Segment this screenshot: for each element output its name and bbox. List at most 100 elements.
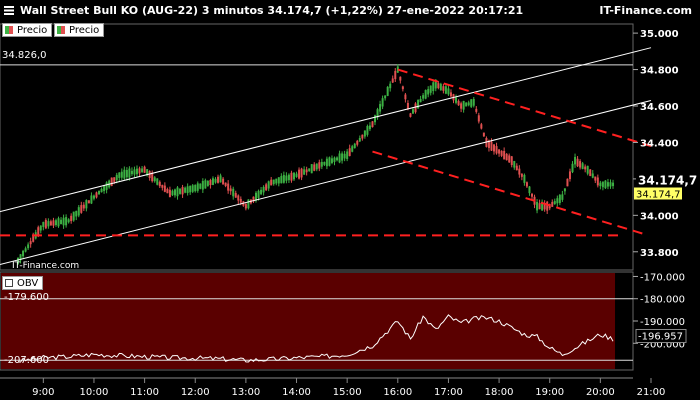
candle [394,70,397,80]
x-tick-label: 16:00 [383,387,412,398]
candle [141,168,144,173]
candle [391,78,394,83]
candle [70,215,73,222]
candle [424,90,427,99]
candle [72,211,75,221]
candle [32,236,35,242]
candle [523,174,526,183]
candle [338,153,341,163]
legend-obv[interactable]: OBV [2,276,44,290]
legend-price-a[interactable]: Precio [2,23,53,37]
candle-swatch-icon [57,26,65,34]
candle [214,178,217,183]
candle [490,141,493,151]
x-tick-label: 15:00 [333,387,362,398]
candle [404,94,407,100]
watermark: IT-Finance.com [12,261,79,271]
candle [123,169,126,179]
candle [379,104,382,112]
legend-price-a-label: Precio [17,24,48,36]
candle [305,169,308,173]
candle [133,169,136,175]
x-tick-label: 20:00 [586,387,615,398]
candle [505,153,508,161]
candle [465,102,468,107]
candle [179,188,182,194]
candle [265,184,268,191]
candle [280,176,283,184]
candle [191,185,194,192]
candle [520,173,523,177]
candle [336,157,339,161]
price-tick-label: 34.600 [640,102,679,113]
candle [503,150,506,160]
candle [368,125,371,130]
candle [186,186,189,193]
x-tick-label: 21:00 [637,387,666,398]
x-tick-label: 18:00 [485,387,514,398]
candle [244,204,247,209]
candle [219,175,222,183]
candle [515,165,518,171]
candle [163,185,166,192]
candle [584,166,587,170]
candle [495,146,498,154]
candle [199,183,202,189]
candle [609,182,612,187]
candle [574,156,577,165]
candle [87,200,90,204]
candle [42,221,45,227]
candle [130,170,133,175]
candle [553,201,556,205]
candle [571,163,574,173]
candle [232,188,235,197]
candle [500,150,503,156]
candle [60,219,63,225]
candle [113,177,116,182]
candle [518,168,521,175]
candle [77,207,80,216]
chart-canvas: 35.00034.80034.60034.40034.20034.00033.8… [0,23,697,398]
x-tick-label: 19:00 [535,387,564,398]
x-tick-label: 9:00 [32,387,54,398]
candle [115,174,118,181]
obv-last-label: -196.957 [638,331,683,342]
candle [128,168,131,178]
candle [247,199,250,209]
obv-tick-label: -190.000 [640,317,685,328]
candle [561,194,564,200]
candle [581,163,584,169]
candle [341,153,344,161]
obv-high-label: -179.600 [4,292,49,303]
candle [538,203,541,210]
candle [525,182,528,187]
candle [530,193,533,197]
candle [62,217,65,226]
candle [57,218,60,227]
candle [348,148,351,156]
candle [536,202,539,211]
candle [366,126,369,135]
candle [320,161,323,167]
legend-price-b[interactable]: Precio [54,23,105,37]
candle [98,190,101,195]
candle [237,195,240,201]
candle [411,109,414,114]
candle [346,151,349,159]
candle [136,168,139,175]
candle [406,102,409,110]
candle [153,177,156,182]
candle [161,184,164,188]
last-price-label: 34.174,7 [638,173,697,187]
candle [467,102,470,106]
candle [422,95,425,99]
candle [282,174,285,183]
candle [47,221,50,227]
x-tick-label: 14:00 [282,387,311,398]
candle [508,155,511,163]
x-tick-label: 12:00 [181,387,210,398]
candle [118,172,121,178]
candle [381,98,384,107]
candle [351,146,354,152]
candle [229,188,232,192]
